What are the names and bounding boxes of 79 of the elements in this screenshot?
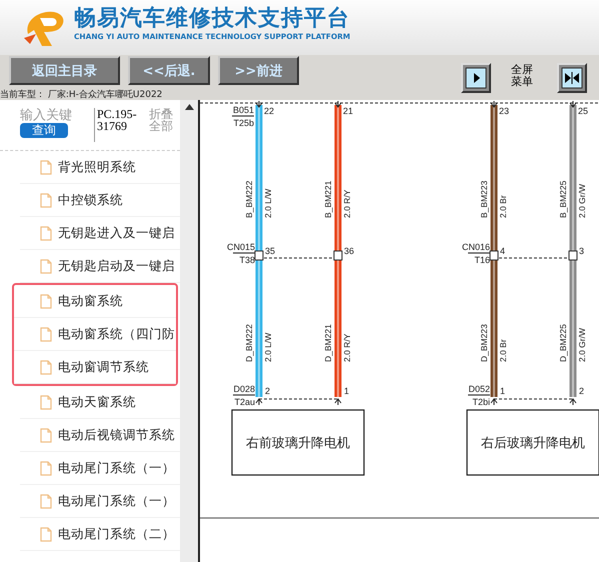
pin-number: 2 [579, 386, 584, 396]
keyword-search-field[interactable]: 输入关键 [20, 108, 82, 123]
pin-arrow-icon [334, 398, 342, 406]
pin-arrow-icon [490, 100, 498, 108]
pin-number: 22 [264, 106, 274, 116]
connector-pin-icon [334, 250, 342, 260]
connector-terminal: T2au [234, 397, 255, 407]
pin-number: 36 [344, 246, 354, 256]
system-list-item[interactable]: 电动窗系统（四门防 [14, 318, 176, 351]
pin-arrow-icon [256, 100, 262, 108]
document-icon [40, 294, 52, 308]
system-list-item[interactable]: 电动窗调节系统 [14, 351, 176, 384]
wire-name: B_BM225 [558, 180, 568, 218]
wire-name: D_BM225 [558, 324, 568, 362]
pin-number: 21 [343, 106, 354, 116]
collapse-panel-button[interactable] [557, 63, 587, 93]
document-icon [40, 326, 52, 342]
wire-spec: 2.0 L/W [263, 332, 273, 362]
wire-spec: 2.0 Br [498, 195, 508, 218]
app-title: 畅易汽车维修技术支持平台 [74, 6, 350, 32]
wire-name: B_BM221 [323, 180, 333, 218]
wire-name: D_BM223 [479, 324, 489, 362]
system-list-item[interactable]: 电动窗系统 [14, 285, 176, 318]
pin-arrow-icon [570, 100, 576, 108]
connector-terminal: T38 [239, 255, 255, 265]
connector-pin-icon [490, 250, 498, 260]
wire-spec: 2.0 Gr/W [577, 328, 587, 362]
wire-name: B_BM223 [479, 180, 489, 218]
wire-name: D_BM221 [323, 324, 333, 362]
wire-spec: 2.0 R/Y [342, 190, 352, 218]
pin-arrow-icon [334, 100, 342, 108]
arrow-right-icon [465, 67, 487, 89]
connector-terminal: T25b [233, 118, 254, 128]
connector-code: D052 [468, 384, 490, 394]
pin-arrow-icon [570, 398, 576, 406]
arrows-inward-icon [561, 67, 583, 89]
pin-number: 4 [500, 246, 506, 256]
search-button[interactable]: 查询 [20, 123, 68, 138]
connector-pin-icon [568, 250, 578, 260]
pin-arrow-icon [490, 398, 498, 406]
document-icon [40, 494, 52, 508]
pin-number: 25 [578, 106, 588, 116]
document-icon [40, 226, 52, 240]
document-icon [40, 460, 52, 476]
wire-name: B_BM222 [244, 180, 254, 218]
document-icon [40, 428, 52, 442]
wire-spec: 2.0 L/W [263, 188, 273, 218]
connector-code: CN016 [462, 242, 490, 252]
connector-code: B051 [232, 105, 254, 115]
pin-number: 35 [265, 246, 276, 256]
document-icon [40, 360, 52, 374]
part-code-text: PC.195-31769 [94, 108, 141, 142]
connector-pin-icon [254, 250, 264, 260]
scrollbar[interactable] [180, 100, 198, 562]
document-icon [40, 258, 52, 274]
motor-label: 右前玻璃升降电机 [246, 435, 350, 450]
pin-number: 2 [265, 386, 270, 396]
wire-spec: 2.0 Br [498, 339, 508, 362]
expand-panel-button[interactable] [461, 63, 491, 93]
wire-spec: 2.0 R/Y [342, 334, 352, 362]
wire-spec: 2.0 Gr/W [577, 184, 587, 218]
pin-number: 23 [499, 106, 510, 116]
document-icon [40, 526, 52, 542]
document-icon [40, 160, 52, 174]
current-vehicle-text: 当前车型： 厂家:H-合众汽车哪吒U2022 [0, 90, 162, 100]
pin-number: 1 [500, 386, 506, 396]
pin-number: 1 [344, 386, 350, 396]
connector-terminal: T16 [474, 255, 490, 265]
connector-code: CN015 [226, 242, 255, 252]
motor-label: 右后玻璃升降电机 [481, 435, 585, 450]
pin-arrow-icon [256, 398, 262, 406]
document-icon [40, 394, 52, 410]
fullscreen-menu-link[interactable]: 全屏菜单 [511, 64, 535, 88]
scroll-up-icon[interactable] [184, 104, 194, 110]
pin-number: 3 [579, 246, 584, 256]
document-icon [40, 192, 52, 208]
connector-code: D028 [233, 384, 255, 394]
wire-name: D_BM222 [244, 324, 254, 362]
connector-terminal: T2bi [472, 397, 490, 407]
